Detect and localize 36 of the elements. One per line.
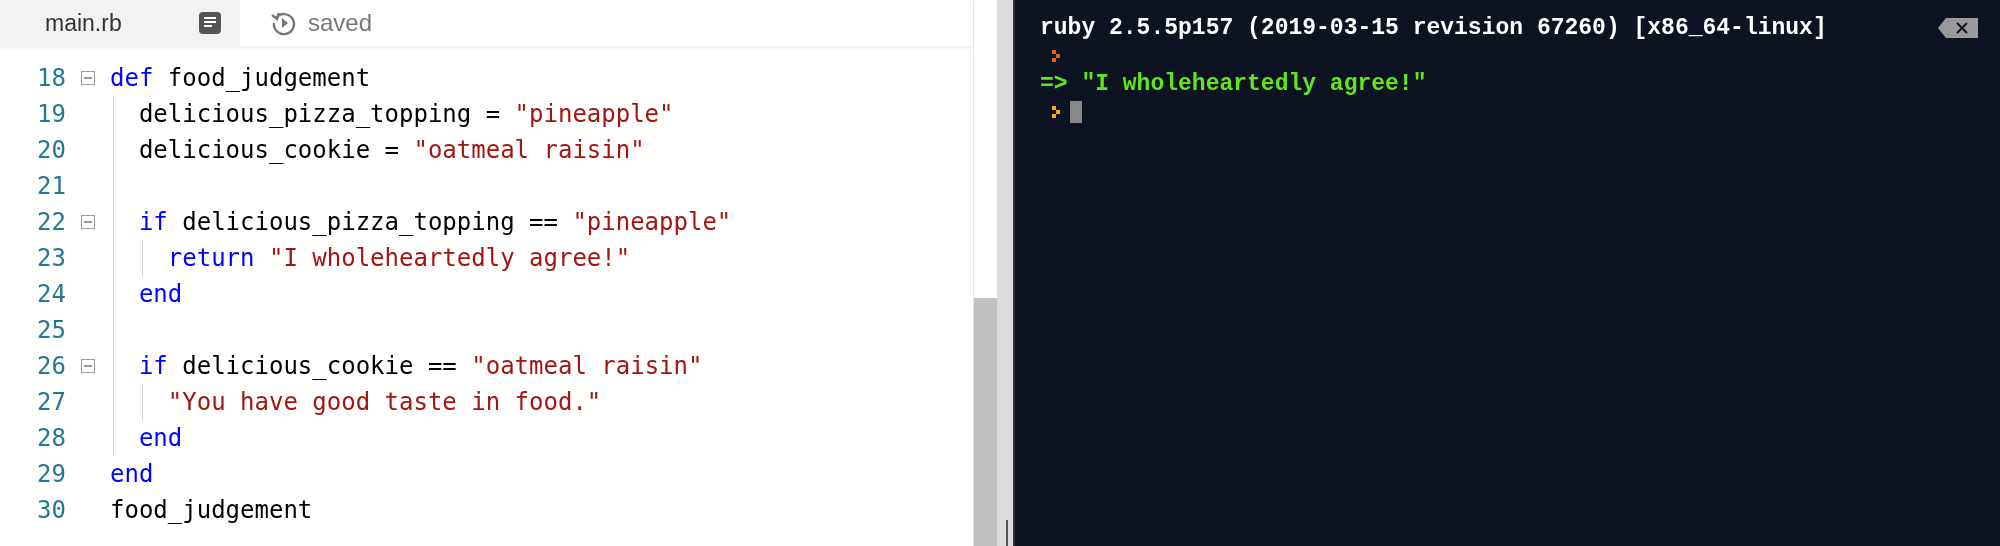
- line-number: 24: [36, 280, 66, 308]
- fold-icon[interactable]: [81, 215, 95, 229]
- code-line: if delicious_pizza_topping == "pineapple": [137, 207, 732, 238]
- code-line: delicious_cookie = "oatmeal raisin": [137, 135, 645, 166]
- line-number: 20: [36, 136, 66, 164]
- line-number: 26: [36, 352, 66, 380]
- line-number: 19: [36, 100, 66, 128]
- text-cursor: [1070, 101, 1082, 123]
- line-number: 23: [36, 244, 66, 272]
- line-number: 22: [36, 208, 66, 236]
- line-number: 27: [36, 388, 66, 416]
- console-text: ruby 2.5.5p157 (2019-03-15 revision 67260) [x86_64-linux]: [1040, 15, 1827, 41]
- line-number: 29: [36, 460, 66, 488]
- code-line: delicious_pizza_topping = "pineapple": [137, 99, 674, 130]
- scrollbar[interactable]: [973, 0, 997, 546]
- save-status: saved: [308, 9, 373, 37]
- line-number: 28: [36, 424, 66, 452]
- code-line: return "I wholeheartedly agree!": [166, 243, 631, 274]
- fold-icon[interactable]: [81, 359, 95, 373]
- code-line: end: [137, 423, 183, 454]
- document-icon[interactable]: [198, 11, 222, 35]
- resize-handle[interactable]: [1006, 520, 1008, 546]
- code-line: def food_judgement: [110, 63, 371, 94]
- code-line: end: [110, 459, 154, 490]
- file-tab[interactable]: main.rb: [0, 0, 240, 46]
- console-result: => "I wholeheartedly agree!": [1040, 71, 1427, 97]
- line-number: 21: [36, 172, 66, 200]
- clear-icon[interactable]: [1938, 18, 1978, 38]
- code-line: if delicious_cookie == "oatmeal raisin": [137, 351, 703, 382]
- line-number: 18: [36, 64, 66, 92]
- code-line: "You have good taste in food.": [166, 387, 602, 418]
- fold-icon[interactable]: [81, 71, 95, 85]
- line-number: 25: [36, 316, 66, 344]
- code-line: food_judgement: [110, 495, 313, 526]
- code-line: end: [137, 279, 183, 310]
- line-number: 30: [36, 496, 66, 524]
